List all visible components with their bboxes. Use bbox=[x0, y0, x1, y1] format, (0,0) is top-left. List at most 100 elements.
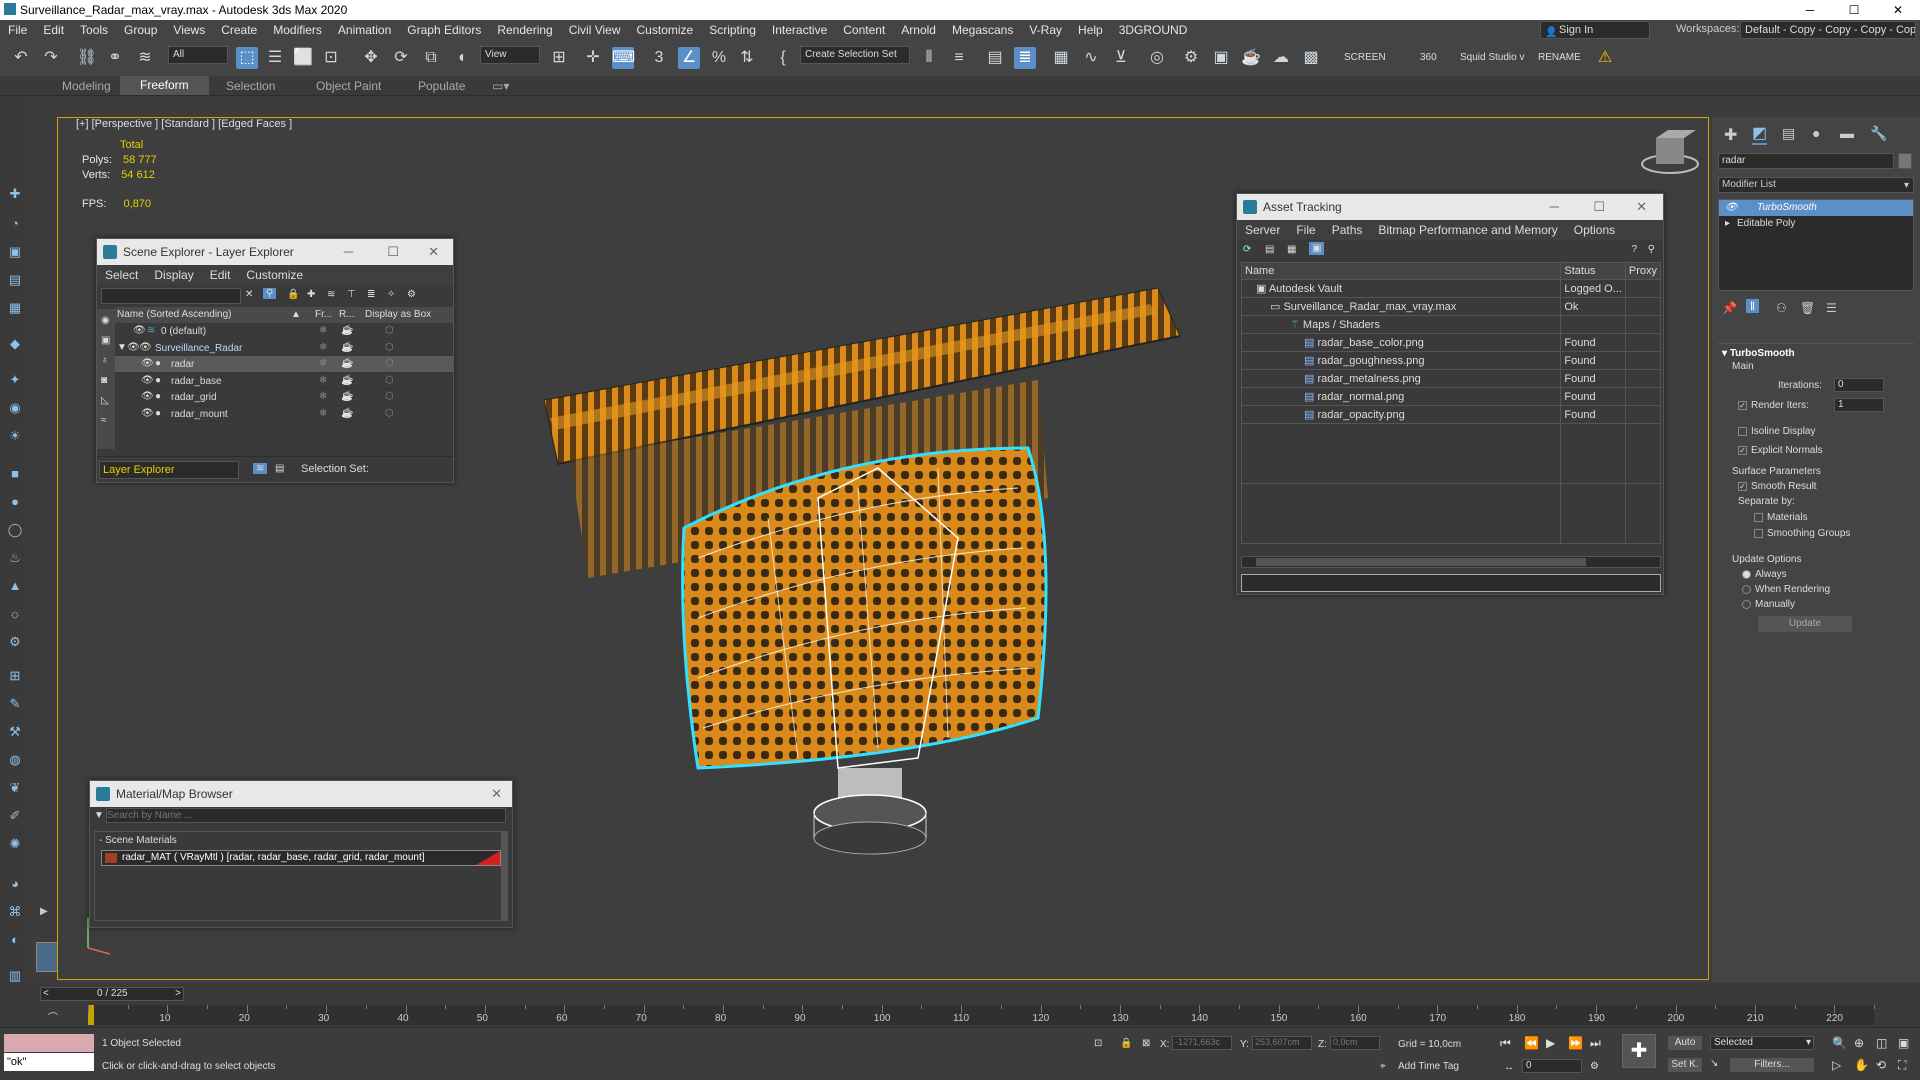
render-teapot-icon[interactable]: ☕ bbox=[341, 375, 353, 386]
refresh-icon[interactable]: ⟳ bbox=[1243, 244, 1251, 255]
render-setup-icon[interactable]: ⚙ bbox=[1180, 47, 1202, 69]
select-by-name-icon[interactable]: ☰ bbox=[264, 47, 286, 69]
menu-graph-editors[interactable]: Graph Editors bbox=[399, 23, 489, 37]
torus-icon[interactable]: ◯ bbox=[7, 522, 23, 538]
menu-edit[interactable]: Edit bbox=[35, 23, 72, 37]
eye-icon[interactable]: 👁 bbox=[141, 391, 154, 402]
menu-select[interactable]: Select bbox=[97, 268, 146, 282]
move-icon[interactable]: ✥ bbox=[360, 47, 382, 69]
render-iters-checkbox[interactable]: ✓ bbox=[1738, 400, 1747, 410]
explicit-normals-checkbox[interactable]: ✓ bbox=[1738, 445, 1747, 455]
minimize-icon[interactable]: ─ bbox=[344, 239, 353, 265]
menu-views[interactable]: Views bbox=[165, 23, 213, 37]
box-toggle-icon[interactable]: ⬡ bbox=[385, 408, 394, 419]
asset-row[interactable]: ▭ Surveillance_Radar_max_vray.max Ok bbox=[1240, 297, 1662, 316]
screen-button[interactable]: SCREEN bbox=[1344, 52, 1386, 63]
maximize-icon[interactable]: ☐ bbox=[387, 239, 399, 265]
asset-path-field[interactable] bbox=[1241, 574, 1661, 592]
prev-frame-icon[interactable]: < bbox=[43, 988, 49, 999]
clear-search-icon[interactable]: ✕ bbox=[245, 289, 253, 300]
pivot-icon[interactable]: ⊞ bbox=[548, 47, 570, 69]
show-end-result-icon[interactable]: ‖ bbox=[1746, 299, 1759, 313]
vray-frame-buffer-icon[interactable]: ▩ bbox=[1300, 47, 1322, 69]
settings-icon[interactable]: ⚙ bbox=[407, 289, 416, 300]
layers-stack-icon[interactable]: ≋ bbox=[327, 289, 335, 300]
bind-spacewarp-icon[interactable]: ≋ bbox=[134, 47, 156, 69]
curve-editor-icon[interactable]: ∿ bbox=[1080, 47, 1102, 69]
teapot-icon[interactable]: ♨ bbox=[7, 550, 23, 566]
vray-icon[interactable]: ◐ bbox=[7, 932, 23, 948]
fov-icon[interactable]: ▷ bbox=[1832, 1058, 1841, 1072]
next-key-icon[interactable]: ⏩ bbox=[1568, 1036, 1583, 1050]
zoom-all-icon[interactable]: ⊕ bbox=[1854, 1036, 1864, 1050]
menu-arnold[interactable]: Arnold bbox=[893, 23, 944, 37]
grid-icon[interactable]: ⊞ bbox=[7, 668, 23, 684]
maxscript-listener-top[interactable] bbox=[4, 1034, 94, 1052]
manually-radio[interactable] bbox=[1742, 599, 1751, 609]
layer-add-icon[interactable]: ≣ bbox=[367, 289, 375, 300]
material-icon[interactable]: ◕ bbox=[7, 876, 23, 892]
col-name[interactable]: Name (Sorted Ascending) bbox=[117, 309, 232, 320]
layer-explorer-icon[interactable]: ≣ bbox=[1014, 47, 1036, 69]
explorer-type-dropdown[interactable]: Layer Explorer bbox=[99, 461, 239, 479]
eye-icon[interactable]: 👁 bbox=[141, 358, 154, 369]
iterations-spinner[interactable]: 0 bbox=[1834, 378, 1884, 392]
close-button[interactable]: ✕ bbox=[1876, 0, 1920, 20]
menu-group[interactable]: Group bbox=[116, 23, 165, 37]
freeze-icon[interactable]: ❄ bbox=[319, 375, 327, 386]
maximize-icon[interactable]: ☐ bbox=[1593, 194, 1605, 220]
orbit-icon[interactable]: ◔ bbox=[7, 216, 23, 232]
tab-freeform[interactable]: Freeform bbox=[120, 76, 209, 95]
utilities-tab-icon[interactable]: 🔧 bbox=[1870, 125, 1887, 142]
orbit-icon[interactable]: ⟲ bbox=[1876, 1058, 1886, 1072]
cone-icon[interactable]: ▲ bbox=[7, 578, 23, 594]
viewport-label[interactable]: [+] [Perspective ] [Standard ] [Edged Fa… bbox=[76, 118, 292, 130]
tab-selection[interactable]: Selection bbox=[226, 79, 275, 93]
display-helpers-icon[interactable]: ◺ bbox=[101, 395, 109, 406]
warning-icon[interactable]: ⚠ bbox=[1594, 47, 1616, 69]
sphere-icon[interactable]: ● bbox=[7, 494, 23, 510]
object-color-swatch[interactable] bbox=[1898, 153, 1912, 169]
track-bar[interactable]: 10 20 30 40 50 60 70 80 90 100 110 120 130 140 150 160 1… bbox=[88, 1005, 1875, 1025]
sign-in-dropdown[interactable]: 👤 Sign In bbox=[1540, 21, 1650, 39]
leaf-icon[interactable]: ❦ bbox=[7, 780, 23, 796]
asset-row[interactable]: ▤ radar_opacity.png Found bbox=[1240, 405, 1662, 424]
rollout-header[interactable]: ▾ TurboSmooth bbox=[1718, 344, 1914, 359]
scene-explorer-titlebar[interactable]: Scene Explorer - Layer Explorer ─ ☐ ✕ bbox=[97, 239, 453, 265]
display-tab-icon[interactable]: ▬ bbox=[1840, 125, 1854, 141]
asset-row[interactable]: ▤ radar_goughness.png Found bbox=[1240, 351, 1662, 370]
menu-file[interactable]: File bbox=[1288, 223, 1323, 237]
filter-icon[interactable]: ⚲ bbox=[263, 288, 277, 299]
tab-populate[interactable]: Populate bbox=[418, 79, 465, 93]
material-item[interactable]: radar_MAT ( VRayMtl ) [radar, radar_base… bbox=[101, 850, 501, 866]
geometry-icon[interactable]: ▦ bbox=[7, 300, 23, 316]
key-filter-icon[interactable]: ↘ bbox=[1710, 1058, 1718, 1069]
expand-icon[interactable]: ▼ bbox=[117, 342, 127, 353]
time-config-icon[interactable]: ⚙ bbox=[1590, 1061, 1599, 1072]
new-layer-icon[interactable]: ✚ bbox=[307, 289, 315, 300]
unlink-icon[interactable]: ⚭ bbox=[104, 47, 126, 69]
eye-icon[interactable]: 👁 bbox=[141, 375, 154, 386]
redo-icon[interactable]: ↷ bbox=[40, 47, 62, 69]
col-proxy[interactable]: Proxy bbox=[1624, 262, 1662, 280]
render-teapot-icon[interactable]: ☕ bbox=[341, 358, 353, 369]
display-spacewarps-icon[interactable]: ≈ bbox=[101, 415, 107, 426]
scene-explorer-icon[interactable]: ▤ bbox=[984, 47, 1006, 69]
configure-sets-icon[interactable]: ☰ bbox=[1826, 301, 1837, 315]
squid-studio-button[interactable]: Squid Studio v bbox=[1460, 52, 1525, 63]
time-slider[interactable]: < 0 / 225 > bbox=[40, 987, 184, 1001]
reference-coord-dropdown[interactable]: View bbox=[480, 46, 540, 64]
close-icon[interactable]: ✕ bbox=[428, 239, 439, 265]
undo-icon[interactable]: ↶ bbox=[10, 47, 32, 69]
toggle-ribbon-icon[interactable]: ▦ bbox=[1050, 47, 1072, 69]
schematic-view-icon[interactable]: ⊻ bbox=[1110, 47, 1132, 69]
hierarchy-toggle-icon[interactable]: ▤ bbox=[275, 463, 284, 474]
layers-icon[interactable]: ▤ bbox=[7, 272, 23, 288]
light-icon[interactable]: ☀ bbox=[7, 428, 23, 444]
layer-row[interactable]: 👁 ≋ 0 (default) ❄ ☕ ⬡ bbox=[115, 323, 453, 340]
object-row[interactable]: 👁 ● radar_mount ❄ ☕ ⬡ bbox=[115, 406, 453, 422]
menu-content[interactable]: Content bbox=[835, 23, 893, 37]
add-time-tag[interactable]: Add Time Tag bbox=[1398, 1061, 1459, 1072]
menu-help[interactable]: Help bbox=[1070, 23, 1111, 37]
layers-toggle-icon[interactable]: ≋ bbox=[253, 463, 268, 474]
